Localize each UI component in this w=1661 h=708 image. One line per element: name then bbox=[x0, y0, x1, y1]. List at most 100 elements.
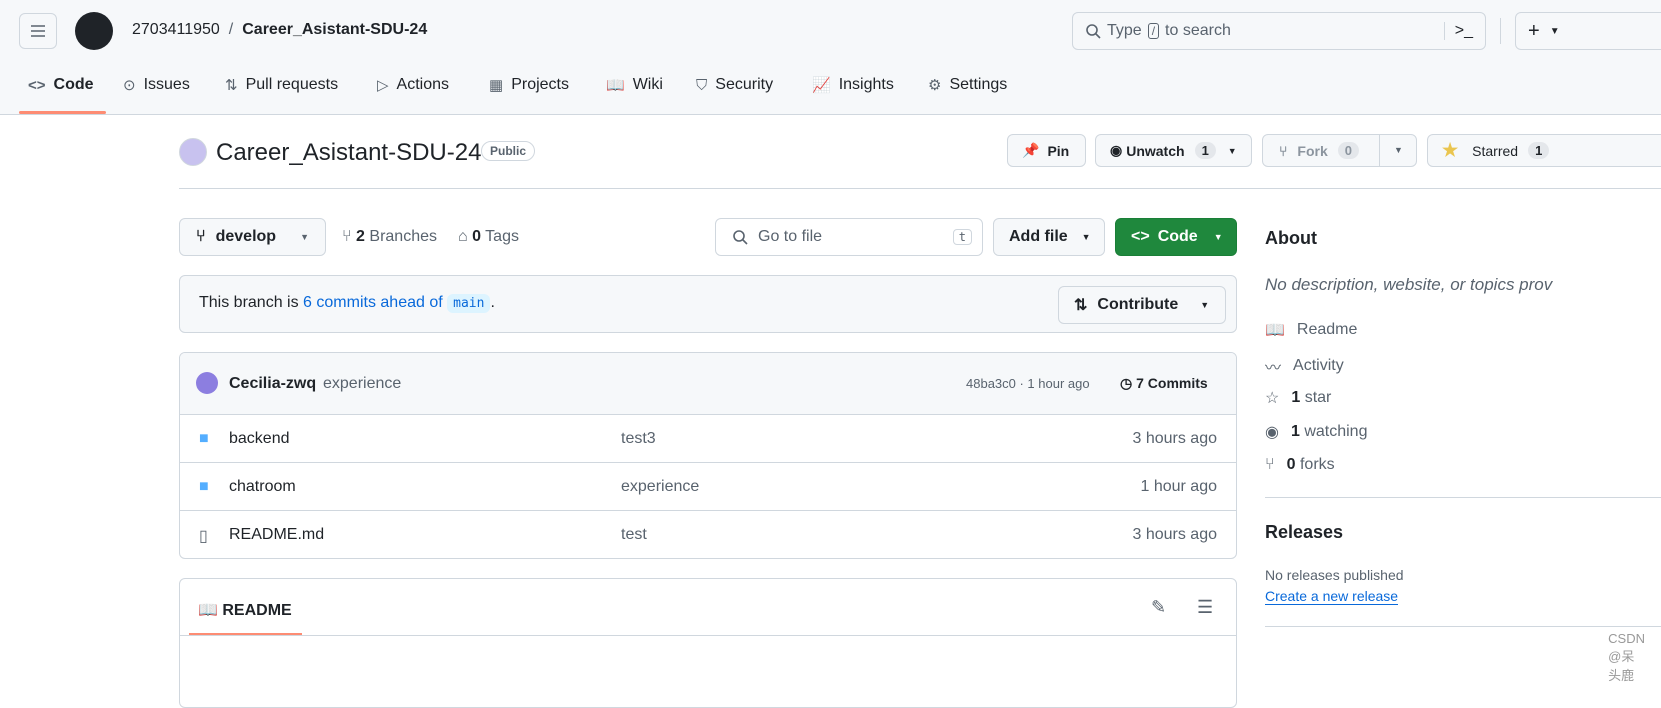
about-title: About bbox=[1265, 228, 1317, 248]
command-palette-icon[interactable]: >_ bbox=[1443, 22, 1473, 40]
folder-icon: ■ bbox=[199, 478, 209, 495]
add-file-button[interactable]: Add file ▼ bbox=[993, 218, 1105, 256]
readme-tab[interactable]: 📖 README bbox=[198, 600, 292, 620]
create-release-link[interactable]: Create a new release bbox=[1265, 588, 1399, 605]
fork-button[interactable]: ⑂ Fork 0 ▼ bbox=[1262, 134, 1417, 167]
activity-link[interactable]: 〰 Activity bbox=[1265, 354, 1344, 378]
file-name[interactable]: README.md bbox=[229, 526, 324, 544]
starred-button[interactable]: ★ Starred 1 bbox=[1427, 134, 1661, 167]
branch-chip: main bbox=[447, 294, 491, 313]
repo-title[interactable]: Career_Asistant-SDU-24 bbox=[216, 139, 481, 167]
file-name[interactable]: backend bbox=[229, 430, 290, 448]
branches-link[interactable]: ⑂ 2 Branches bbox=[342, 228, 437, 246]
visibility-badge: Public bbox=[481, 141, 536, 161]
search-input[interactable]: Type / to search >_ bbox=[1072, 12, 1486, 50]
search-placeholder-end: to search bbox=[1165, 22, 1231, 39]
tab-underline bbox=[19, 111, 106, 114]
github-logo[interactable] bbox=[75, 12, 113, 50]
breadcrumb-repo[interactable]: Career_Asistant-SDU-24 bbox=[242, 21, 427, 39]
shield-icon: ⛉ bbox=[696, 76, 708, 94]
tag-icon: ⌂ bbox=[458, 228, 473, 245]
fork-count: 0 bbox=[1337, 142, 1359, 159]
book-icon: 📖 bbox=[198, 602, 223, 619]
tab-code[interactable]: <> Code bbox=[28, 76, 94, 94]
menu-button[interactable] bbox=[19, 13, 57, 49]
repo-avatar bbox=[179, 138, 207, 166]
forks-link[interactable]: ⑂ 0 forks bbox=[1265, 456, 1335, 474]
about-description: No description, website, or topics prov bbox=[1265, 275, 1553, 294]
tab-settings[interactable]: ⚙ Settings bbox=[928, 76, 1007, 94]
code-icon: <> bbox=[1131, 228, 1150, 245]
pull-request-icon: ⇅ bbox=[1074, 297, 1088, 314]
divider bbox=[179, 188, 1661, 189]
star-count: 1 bbox=[1528, 142, 1550, 159]
go-to-file-input[interactable]: Go to file t bbox=[715, 218, 983, 256]
tab-issues[interactable]: ⊙ Issues bbox=[123, 76, 190, 94]
table-row[interactable]: ■ backend test3 3 hours ago bbox=[180, 414, 1236, 462]
code-icon: <> bbox=[28, 76, 46, 94]
divider bbox=[1265, 626, 1661, 627]
divider bbox=[1265, 497, 1661, 498]
table-row[interactable]: ■ chatroom experience 1 hour ago bbox=[180, 462, 1236, 510]
breadcrumb: 2703411950 / Career_Asistant-SDU-24 bbox=[132, 21, 427, 39]
file-commit-message[interactable]: test bbox=[621, 526, 647, 544]
commits-ahead-link[interactable]: 6 commits ahead of bbox=[303, 294, 443, 311]
commit-author[interactable]: Cecilia-zwq bbox=[229, 375, 316, 393]
file-commit-message[interactable]: test3 bbox=[621, 430, 656, 448]
tab-actions[interactable]: ▷ Actions bbox=[377, 76, 449, 94]
file-commit-message[interactable]: experience bbox=[621, 478, 699, 496]
branch-icon: ⑂ bbox=[196, 228, 206, 245]
releases-title[interactable]: Releases bbox=[1265, 522, 1343, 543]
breadcrumb-owner[interactable]: 2703411950 bbox=[132, 21, 220, 39]
tags-link[interactable]: ⌂ 0 Tags bbox=[458, 228, 519, 246]
tab-wiki[interactable]: 📖 Wiki bbox=[606, 76, 663, 94]
file-icon: ▯ bbox=[199, 528, 208, 545]
branch-status-banner: This branch is 6 commits ahead of main. … bbox=[179, 275, 1237, 333]
history-icon: ◷ bbox=[1120, 375, 1137, 391]
search-icon bbox=[1086, 24, 1101, 39]
breadcrumb-separator: / bbox=[228, 21, 234, 38]
pull-request-icon: ⇅ bbox=[225, 77, 238, 94]
table-icon: ▦ bbox=[489, 77, 504, 94]
create-new-button[interactable]: + ▼ bbox=[1515, 12, 1661, 50]
unwatch-button[interactable]: ◉ Unwatch 1 ▼ bbox=[1095, 134, 1252, 167]
tab-security[interactable]: ⛉ Security bbox=[696, 76, 773, 94]
pin-button[interactable]: 📌 Pin bbox=[1007, 134, 1086, 167]
branch-select[interactable]: ⑂ develop ▼ bbox=[179, 218, 326, 256]
commits-link[interactable]: ◷ 7 Commits bbox=[1120, 375, 1208, 392]
readme-divider bbox=[180, 635, 1236, 636]
tab-projects[interactable]: ▦ Projects bbox=[489, 76, 569, 94]
file-time: 3 hours ago bbox=[1132, 430, 1217, 447]
contribute-button[interactable]: ⇅ Contribute ▼ bbox=[1058, 286, 1226, 324]
watching-link[interactable]: ◉ 1 watching bbox=[1265, 422, 1367, 442]
search-placeholder: Type bbox=[1107, 22, 1142, 39]
search-key-hint: / bbox=[1147, 23, 1160, 39]
tab-insights[interactable]: 📈 Insights bbox=[812, 76, 894, 94]
edit-icon[interactable]: ✎ bbox=[1151, 597, 1166, 618]
readme-link[interactable]: 📖 Readme bbox=[1265, 320, 1357, 340]
fork-icon: ⑂ bbox=[1279, 142, 1288, 159]
graph-icon: 📈 bbox=[812, 77, 831, 94]
watermark: CSDN @呆头鹿 bbox=[1608, 631, 1645, 683]
outline-icon[interactable]: ☰ bbox=[1197, 597, 1213, 618]
search-icon bbox=[733, 230, 748, 245]
commit-avatar bbox=[196, 372, 218, 394]
stars-link[interactable]: ☆ 1 star bbox=[1265, 388, 1331, 408]
eye-icon: ◉ bbox=[1265, 424, 1279, 441]
commit-message[interactable]: experience bbox=[323, 375, 401, 393]
book-icon: 📖 bbox=[606, 77, 625, 94]
book-icon: 📖 bbox=[1265, 322, 1285, 339]
no-releases: No releases published bbox=[1265, 567, 1404, 583]
play-icon: ▷ bbox=[377, 77, 389, 94]
commit-hash-time[interactable]: 48ba3c0 · 1 hour ago bbox=[966, 376, 1090, 391]
shortcut-hint: t bbox=[952, 229, 972, 245]
tab-pull-requests[interactable]: ⇅ Pull requests bbox=[225, 76, 338, 94]
code-button[interactable]: <> Code ▼ bbox=[1115, 218, 1237, 256]
fork-icon: ⑂ bbox=[1265, 456, 1275, 473]
gear-icon: ⚙ bbox=[928, 77, 942, 94]
file-time: 3 hours ago bbox=[1132, 526, 1217, 543]
star-icon: ☆ bbox=[1265, 390, 1280, 407]
file-name[interactable]: chatroom bbox=[229, 478, 296, 496]
table-row[interactable]: ▯ README.md test 3 hours ago bbox=[180, 510, 1236, 558]
pulse-icon: 〰 bbox=[1265, 360, 1282, 377]
